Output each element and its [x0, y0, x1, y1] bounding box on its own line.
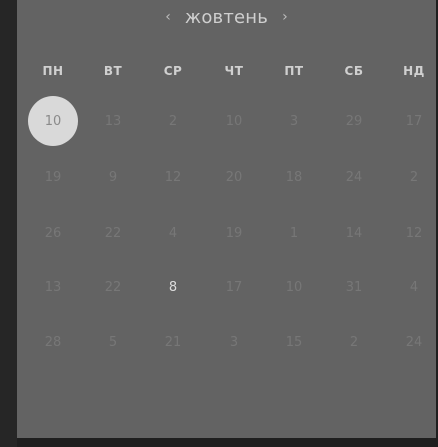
calendar-day[interactable]: 12: [389, 208, 438, 258]
calendar-day[interactable]: 19: [28, 152, 78, 202]
calendar-day[interactable]: 4: [389, 262, 438, 312]
calendar-panel: ‹ жовтень › ПН ВТ СР ЧТ ПТ СБ НД 10 13 2 10…: [17, 0, 436, 438]
calendar-day[interactable]: 17: [209, 262, 259, 312]
calendar-day[interactable]: 13: [88, 96, 138, 146]
chevron-left-icon[interactable]: ‹: [165, 10, 171, 24]
calendar-day[interactable]: 22: [88, 208, 138, 258]
calendar-day[interactable]: 10: [209, 96, 259, 146]
calendar-day[interactable]: 31: [329, 262, 379, 312]
calendar-day[interactable]: 18: [269, 152, 319, 202]
calendar-day[interactable]: 17: [389, 96, 438, 146]
weekday-thu: ЧТ: [224, 64, 244, 78]
month-title: жовтень: [184, 6, 269, 28]
calendar-day[interactable]: 2: [148, 96, 198, 146]
calendar-day[interactable]: 29: [329, 96, 379, 146]
calendar-day[interactable]: 21: [148, 317, 198, 367]
calendar-day[interactable]: 4: [148, 208, 198, 258]
calendar-day-selected[interactable]: 10: [28, 96, 78, 146]
window-left-edge: [0, 0, 17, 447]
calendar-day[interactable]: 2: [389, 152, 438, 202]
month-navigation: ‹ жовтень ›: [17, 3, 436, 31]
weekday-fri: ПТ: [284, 64, 304, 78]
calendar-day-current[interactable]: 8: [148, 262, 198, 312]
window-bottom-edge: [17, 438, 438, 447]
calendar-day[interactable]: 1: [269, 208, 319, 258]
calendar-day[interactable]: 12: [148, 152, 198, 202]
calendar-day[interactable]: 3: [269, 96, 319, 146]
calendar-day[interactable]: 26: [28, 208, 78, 258]
weekday-wed: СР: [163, 64, 183, 78]
weekday-sat: СБ: [344, 64, 364, 78]
calendar-day[interactable]: 10: [269, 262, 319, 312]
chevron-right-icon[interactable]: ›: [282, 10, 288, 24]
calendar-day[interactable]: 24: [329, 152, 379, 202]
calendar-day[interactable]: 28: [28, 317, 78, 367]
calendar-day[interactable]: 15: [269, 317, 319, 367]
calendar-day[interactable]: 2: [329, 317, 379, 367]
calendar-day[interactable]: 19: [209, 208, 259, 258]
weekday-sun: НД: [403, 64, 425, 78]
calendar-day[interactable]: 5: [88, 317, 138, 367]
weekday-tue: ВТ: [103, 64, 123, 78]
calendar-day[interactable]: 22: [88, 262, 138, 312]
calendar-day[interactable]: 9: [88, 152, 138, 202]
weekday-mon: ПН: [42, 64, 64, 78]
calendar-day[interactable]: 13: [28, 262, 78, 312]
calendar-day[interactable]: 24: [389, 317, 438, 367]
calendar-day[interactable]: 20: [209, 152, 259, 202]
calendar-day[interactable]: 14: [329, 208, 379, 258]
calendar-day[interactable]: 3: [209, 317, 259, 367]
